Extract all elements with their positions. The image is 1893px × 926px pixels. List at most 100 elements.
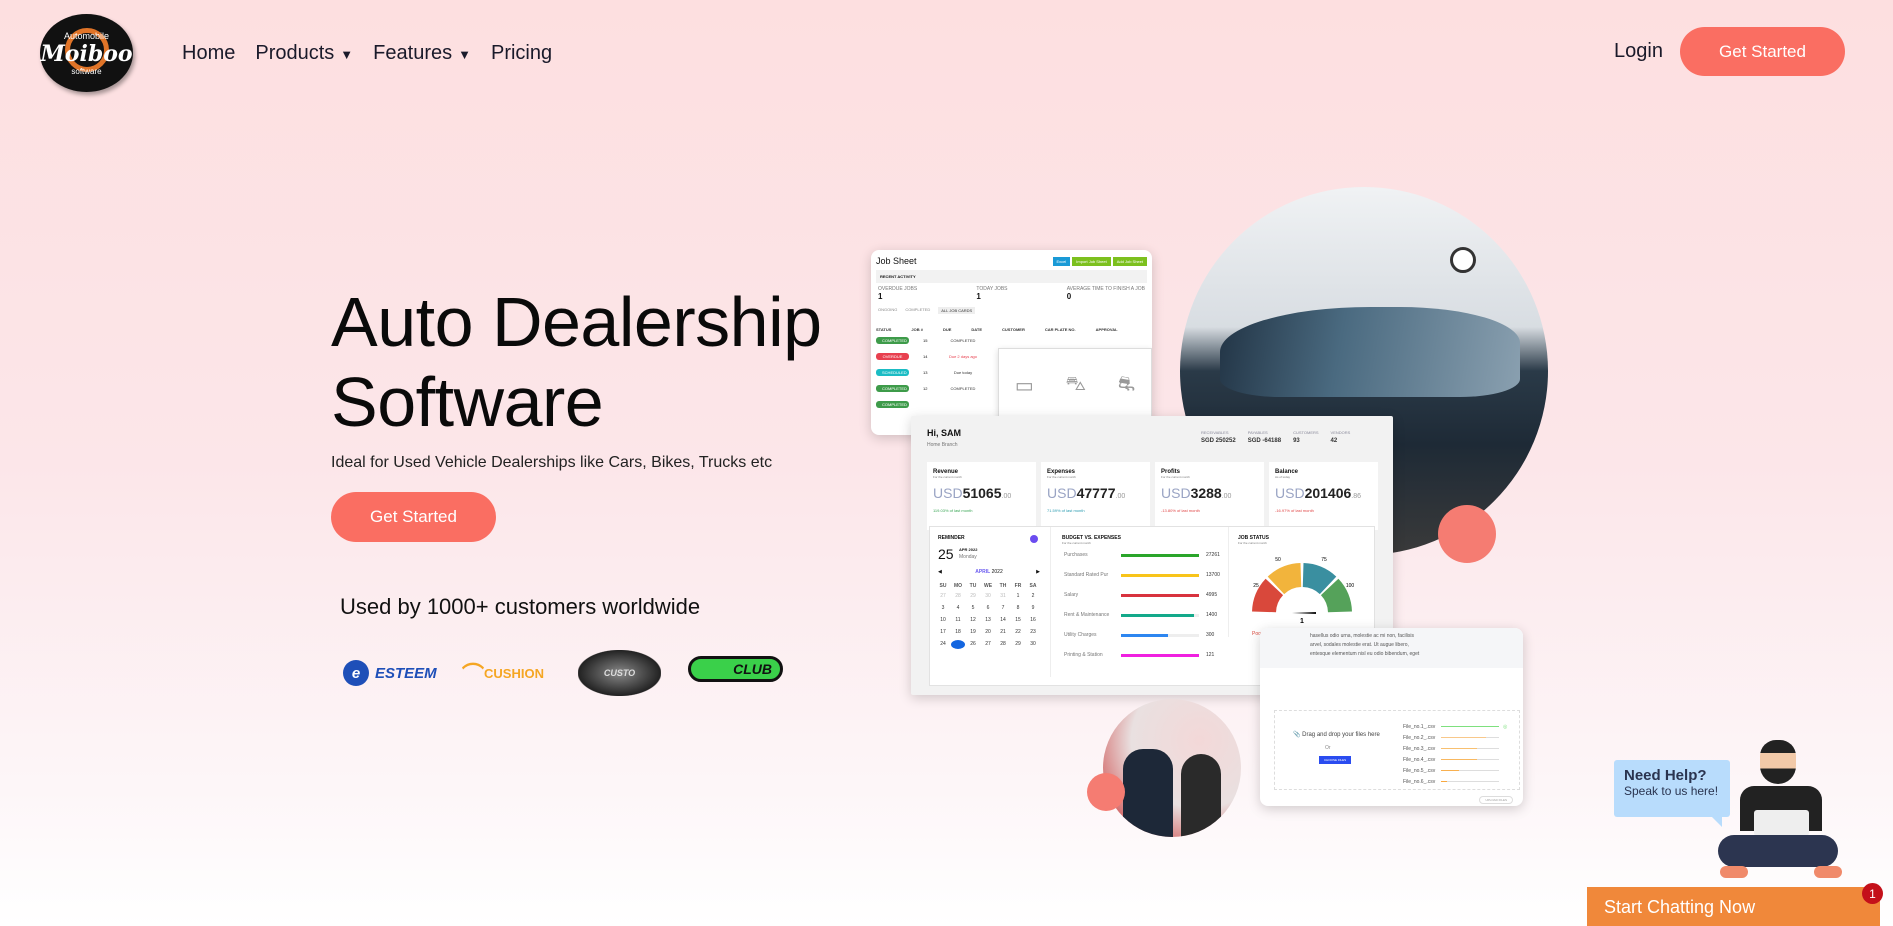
calendar-day[interactable]: 30 [1026,640,1040,649]
nav-home[interactable]: Home [182,42,235,65]
tab-completed[interactable]: COMPLETED [905,307,930,314]
upload-files-button[interactable]: UPLOAD FILES [1479,796,1513,804]
prev-month-icon[interactable]: ◀ [938,569,942,575]
text-line: arvel, sodales molestie erat. Ut augue l… [1310,642,1409,648]
kpi-change: -13.80% of last month [1161,508,1200,513]
kpi-cents: .00 [1221,493,1232,500]
calendar-day[interactable]: 27 [936,592,950,601]
calendar-day[interactable]: 28 [951,592,965,601]
car-shape [1220,307,1520,397]
budget-value: 1400 [1206,612,1218,618]
col-job[interactable]: JOB # [911,327,923,332]
need-help-bubble[interactable]: Need Help? Speak to us here! [1614,760,1730,827]
due-text: COMPLETED [950,385,976,391]
job-row[interactable]: COMPLETED 15 COMPLETED [876,332,1147,348]
budget-value: 121 [1206,652,1215,658]
calendar-day[interactable]: 30 [981,592,995,601]
status-pill: SCHEDULED [876,368,909,376]
budget-track [1121,613,1199,617]
calendar-day[interactable]: 26 [966,640,980,649]
col-status[interactable]: STATUS [876,327,891,332]
calendar-day[interactable]: 6 [981,604,995,613]
calendar-day[interactable]: 3 [936,604,950,613]
calendar-day[interactable]: 2 [1026,592,1040,601]
calendar-day[interactable]: 24 [936,640,950,649]
hero-get-started-button[interactable]: Get Started [331,492,496,542]
text-line: entesque elementum nisl eu odio bibendum… [1310,651,1420,657]
kpi-number: 3288 [1190,485,1222,501]
calendar-day[interactable]: 27 [981,640,995,649]
kpi-cents: .00 [1001,493,1012,500]
calendar-day[interactable]: 10 [936,616,950,625]
calendar-day[interactable]: 7 [996,604,1010,613]
col-due[interactable]: DUE [943,327,951,332]
next-month-icon[interactable]: ▶ [1036,569,1040,575]
calendar-day[interactable]: 28 [996,640,1010,649]
nav-pricing[interactable]: Pricing [491,42,552,65]
hero-title-line1: Auto Dealership [331,283,822,361]
login-link[interactable]: Login [1614,40,1663,63]
calendar-day[interactable]: 16 [1026,616,1040,625]
decor-dot [1087,773,1125,811]
kpi-cents: .00 [1115,493,1126,500]
gauge-tick-label: 75 [1321,557,1327,563]
customer-logo-club: CLUB [688,656,783,682]
caret-down-icon: ▼ [458,47,471,62]
calendar-day[interactable]: 12 [966,616,980,625]
moiboo-logo[interactable]: Automobile Moiboo software [40,14,133,92]
person-shape [1123,749,1173,837]
calendar-day[interactable]: 19 [966,628,980,637]
status-pill: COMPLETED [876,400,909,408]
drop-label: Drag and drop your files here [1302,732,1380,738]
header-get-started-button[interactable]: Get Started [1680,27,1845,76]
calendar-day[interactable]: 15 [1011,616,1025,625]
excel-button[interactable]: Excel [1052,256,1071,266]
import-job-sheet-button[interactable]: Import Job Sheet [1072,256,1111,266]
nav-features[interactable]: Features ▼ [373,42,471,65]
summary-value: SGD 250252 [1201,438,1236,444]
add-reminder-icon[interactable] [1030,535,1038,543]
choose-files-button[interactable]: CHOOSE FILES [1319,756,1352,764]
nav-products[interactable]: Products ▼ [255,42,353,65]
dropzone[interactable]: 📎 Drag and drop your files here Or CHOOS… [1274,710,1520,790]
reminder-month-year: APR 2022 [959,547,978,552]
calendar-day[interactable]: 4 [951,604,965,613]
calendar-day[interactable]: 5 [966,604,980,613]
file-name: File_no.6_.csv [1403,778,1436,785]
budget-label: Salary [1064,592,1079,598]
car-outline-icon: ⌒ [462,662,485,687]
calendar-day[interactable]: 31 [996,592,1010,601]
budget-label: Utility Charges [1064,632,1097,638]
kpi-value: USD3288.00 [1161,485,1258,503]
drop-text: 📎 Drag and drop your files here [1293,732,1380,738]
file-row: File_no.3_.csv [1403,743,1507,754]
file-progress-track [1441,736,1499,739]
calendar-day[interactable]: 29 [966,592,980,601]
job-number: 12 [923,385,928,391]
calendar-day[interactable]: 17 [936,628,950,637]
calendar-day[interactable]: 9 [1026,604,1040,613]
col-customer[interactable]: CUSTOMER [1002,327,1025,332]
calendar-day[interactable]: 11 [951,616,965,625]
calendar-day[interactable]: 23 [1026,628,1040,637]
start-chatting-button[interactable]: Start Chatting Now [1587,887,1880,926]
calendar-day[interactable]: 25 [951,640,965,649]
budget-row: Standard Rated Pur 13700 [1064,565,1220,585]
calendar-day[interactable]: 8 [1011,604,1025,613]
calendar-day[interactable]: 13 [981,616,995,625]
tab-ongoing[interactable]: ONGOING [878,307,897,314]
agent-head [1760,740,1796,784]
calendar-day[interactable]: 18 [951,628,965,637]
calendar-day[interactable]: 22 [1011,628,1025,637]
need-help-title: Need Help? [1624,767,1707,784]
add-job-sheet-button[interactable]: Add Job Sheet [1112,256,1147,266]
upload-card: hasellus odio urna, molestie ac mi non, … [1260,628,1523,806]
calendar-day[interactable]: 1 [1011,592,1025,601]
calendar-day[interactable]: 20 [981,628,995,637]
calendar-day[interactable]: 29 [1011,640,1025,649]
calendar-day[interactable]: 21 [996,628,1010,637]
tab-all-job-cards[interactable]: ALL JOB CARDS [938,307,976,314]
kpi-change: -16.97% of last month [1275,508,1314,513]
calendar-day[interactable]: 14 [996,616,1010,625]
file-name: File_no.5_.csv [1403,767,1436,774]
